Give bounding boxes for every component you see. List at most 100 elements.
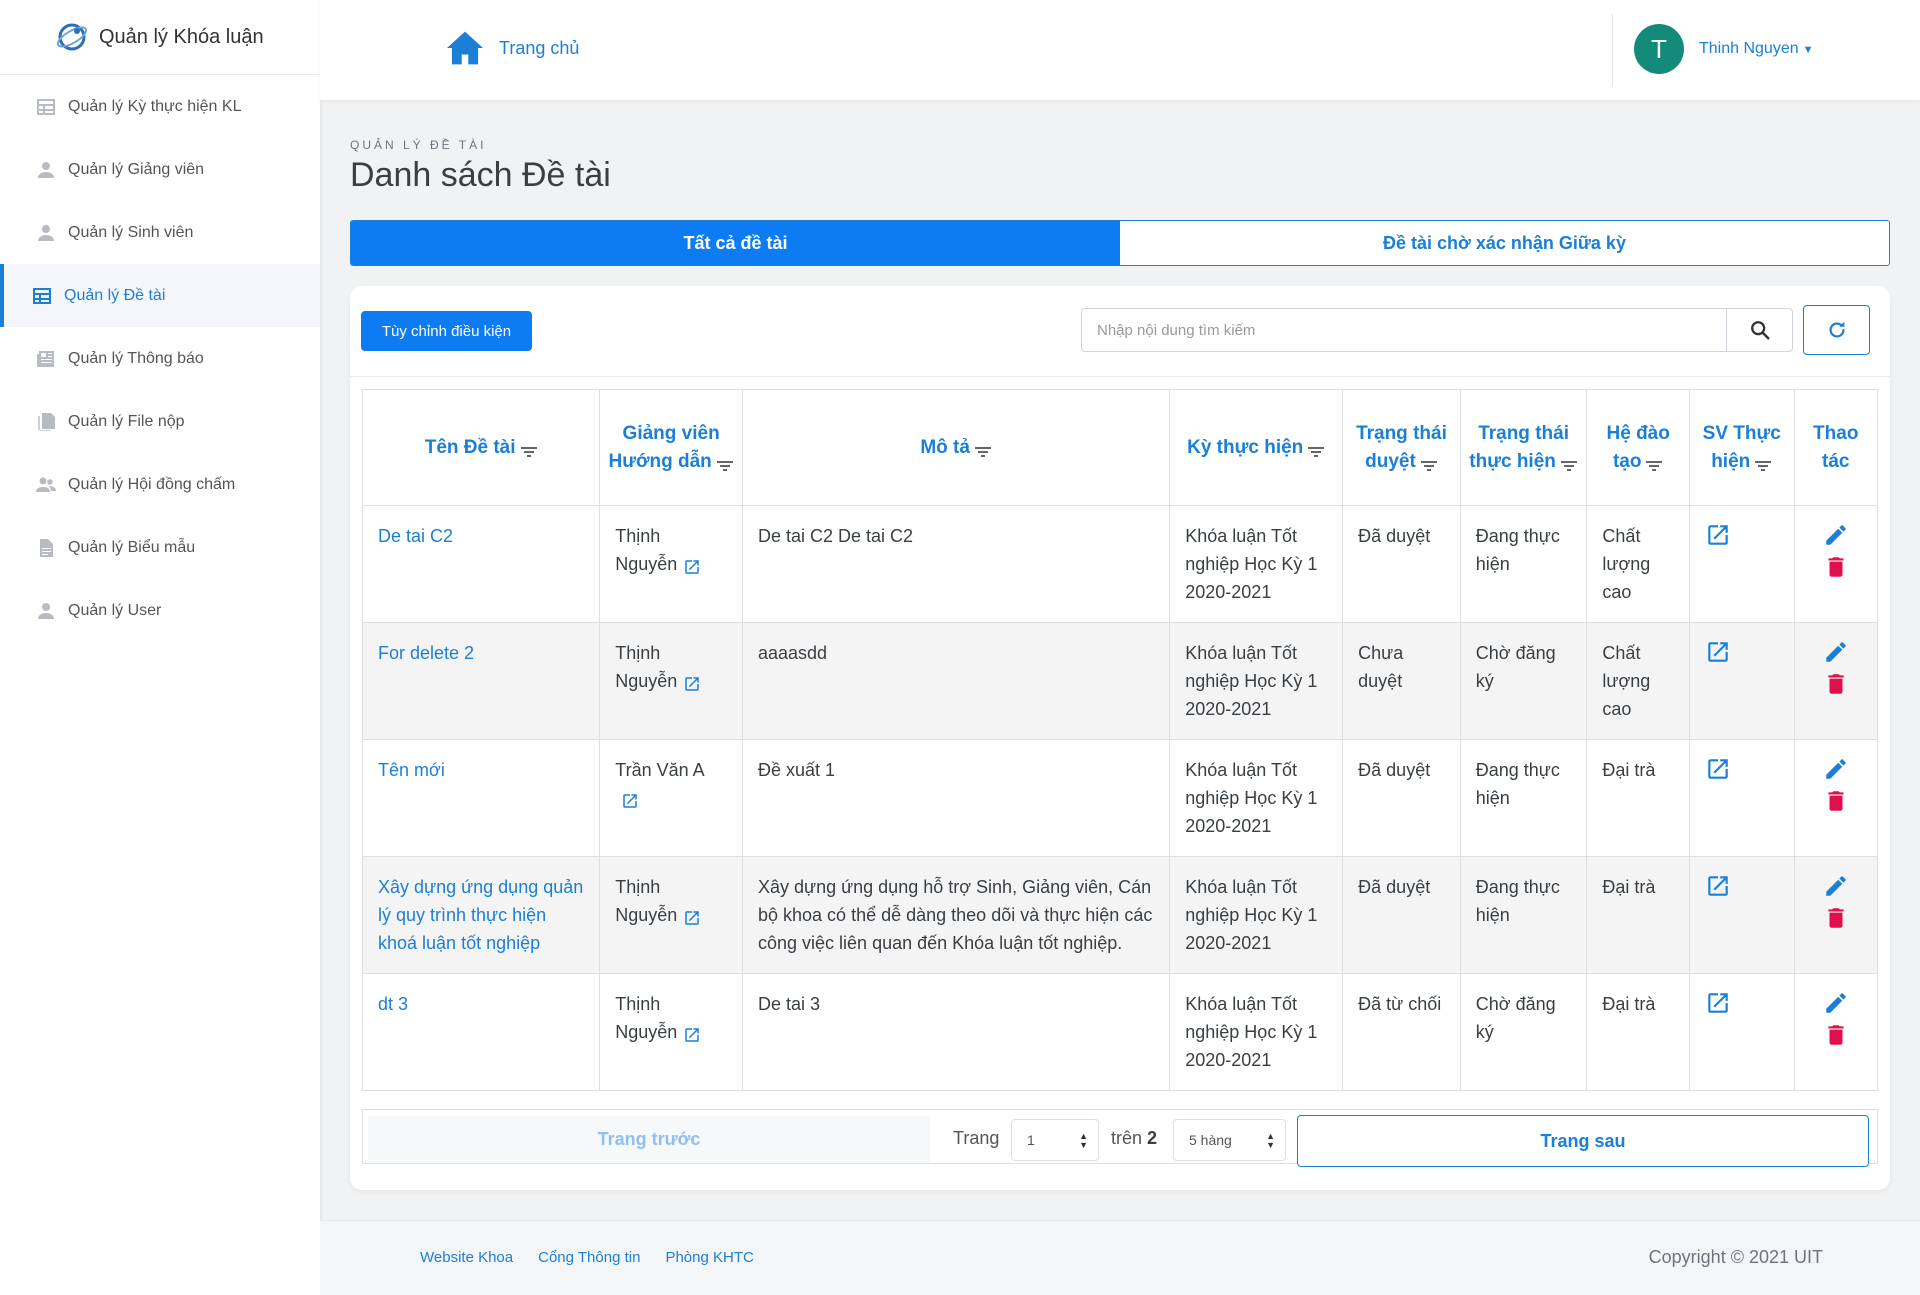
brand[interactable]: Quản lý Khóa luận: [0, 0, 320, 75]
topic-title-link[interactable]: Xây dựng ứng dụng quản lý quy trình thực…: [361, 856, 601, 974]
home-link[interactable]: Trang chủ: [445, 30, 579, 66]
col-students-header[interactable]: SV Thực hiện: [1688, 389, 1795, 506]
sidebar-item-9[interactable]: Quản lý User: [0, 579, 320, 642]
delete-icon[interactable]: [1810, 671, 1863, 703]
open-students-icon[interactable]: [1705, 642, 1731, 669]
page-number-input[interactable]: 1 ▲ ▼: [1011, 1119, 1099, 1161]
edit-icon[interactable]: [1810, 639, 1863, 671]
topic-title-link-text[interactable]: Xây dựng ứng dụng quản lý quy trình thực…: [378, 877, 583, 953]
filter-sort-icon[interactable]: [1645, 454, 1663, 472]
topic-title-link[interactable]: For delete 2: [361, 622, 601, 740]
sidebar-item-label: Quản lý Kỳ thực hiện KL: [68, 97, 242, 115]
column-header-label: Tên Đề tài: [424, 436, 516, 458]
filter-sort-icon[interactable]: [1560, 454, 1578, 472]
sidebar-item-3[interactable]: Quản lý Sinh viên: [0, 201, 320, 264]
approval-status-cell: Đã duyệt: [1342, 739, 1461, 857]
sidebar-item-2[interactable]: Quản lý Giảng viên: [0, 138, 320, 201]
stepper-arrows-icon: ▲ ▼: [1079, 1131, 1088, 1150]
sidebar-item-1[interactable]: Quản lý Kỳ thực hiện KL: [0, 75, 320, 138]
col-approval-header[interactable]: Trạng thái duyệt: [1342, 389, 1461, 506]
pagination: Trang trước Trang 1 ▲ ▼ trên 2 5 hàng ▲ ▼ …: [362, 1109, 1878, 1167]
term-cell-text: Khóa luận Tốt nghiệp Học Kỳ 1 2020-2021: [1185, 994, 1318, 1070]
progress-status-cell: Chờ đăng ký: [1459, 973, 1588, 1091]
students-cell: [1688, 505, 1795, 623]
refresh-button[interactable]: [1803, 305, 1870, 355]
app-logo-icon: [55, 20, 89, 54]
description-cell-text: De tai 3: [758, 994, 821, 1014]
col-advisor-header[interactable]: Giảng viên Hướng dẫn: [599, 389, 743, 506]
topic-title-link-text[interactable]: Tên mới: [378, 760, 445, 780]
external-link-icon[interactable]: [683, 673, 701, 691]
topic-title-link-text[interactable]: dt 3: [378, 994, 408, 1014]
home-label: Trang chủ: [499, 37, 580, 58]
progress-status-cell-text: Đang thực hiện: [1475, 877, 1560, 925]
progress-status-cell-text: Đang thực hiện: [1475, 526, 1560, 574]
col-actions-header: Thao tác: [1793, 389, 1878, 506]
edit-icon[interactable]: [1810, 990, 1863, 1022]
program-cell-text: Chất lượng cao: [1602, 643, 1651, 719]
avatar: T: [1634, 24, 1684, 74]
footer-link-khtc[interactable]: Phòng KHTC: [665, 1249, 753, 1266]
files-icon: [36, 412, 56, 432]
col-progress-header[interactable]: Trạng thái thực hiện: [1459, 389, 1588, 506]
col-description-header[interactable]: Mô tả: [741, 389, 1171, 506]
open-students-icon[interactable]: [1705, 759, 1731, 786]
rows-per-page-value: 5 hàng: [1189, 1132, 1232, 1148]
delete-icon[interactable]: [1810, 788, 1863, 820]
col-title-header[interactable]: Tên Đề tài: [361, 389, 601, 506]
search-box: [1081, 308, 1793, 352]
filter-sort-icon[interactable]: [974, 440, 992, 458]
edit-icon[interactable]: [1810, 756, 1863, 788]
filter-sort-icon[interactable]: [520, 440, 538, 458]
actions-cell: [1793, 505, 1878, 623]
filter-sort-icon[interactable]: [1420, 454, 1438, 472]
topic-title-link-text[interactable]: For delete 2: [378, 643, 474, 663]
approval-status-cell-text: Đã duyệt: [1358, 760, 1431, 780]
search-button[interactable]: [1726, 309, 1792, 351]
external-link-icon[interactable]: [683, 1024, 701, 1042]
sidebar-item-5[interactable]: Quản lý Thông báo: [0, 327, 320, 390]
col-term-header[interactable]: Kỳ thực hiện: [1169, 389, 1344, 506]
external-link-icon[interactable]: [683, 907, 701, 925]
newspaper-icon: [36, 349, 56, 369]
delete-icon[interactable]: [1810, 905, 1863, 937]
delete-icon[interactable]: [1810, 554, 1863, 586]
open-students-icon[interactable]: [1705, 993, 1731, 1020]
topic-title-link-text[interactable]: De tai C2: [378, 526, 453, 546]
topic-title-link[interactable]: dt 3: [361, 973, 601, 1091]
tab-all-topics[interactable]: Tất cả đề tài: [351, 221, 1120, 265]
footer-link-website[interactable]: Website Khoa: [420, 1249, 513, 1266]
open-students-icon[interactable]: [1705, 876, 1731, 903]
sidebar-item-label: Quản lý File nộp: [68, 412, 185, 430]
filter-sort-icon[interactable]: [1754, 454, 1772, 472]
sidebar-item-4[interactable]: Quản lý Đề tài: [0, 264, 320, 327]
custom-filter-button[interactable]: Tùy chỉnh điều kiện: [361, 311, 532, 351]
filter-sort-icon[interactable]: [716, 454, 734, 472]
term-cell: Khóa luận Tốt nghiệp Học Kỳ 1 2020-2021: [1169, 622, 1344, 740]
user-menu[interactable]: T Thinh Nguyen ▼: [1634, 24, 1814, 74]
footer-link-portal[interactable]: Cổng Thông tin: [538, 1249, 640, 1266]
topic-title-link[interactable]: Tên mới: [361, 739, 601, 857]
external-link-icon[interactable]: [683, 556, 701, 574]
delete-icon[interactable]: [1810, 1022, 1863, 1054]
external-link-icon[interactable]: [621, 790, 639, 808]
col-program-header[interactable]: Hệ đào tạo: [1586, 389, 1690, 506]
edit-icon[interactable]: [1810, 873, 1863, 905]
topic-title-link[interactable]: De tai C2: [361, 505, 601, 623]
sidebar-item-7[interactable]: Quản lý Hội đồng chấm: [0, 453, 320, 516]
sidebar-item-8[interactable]: Quản lý Biểu mẫu: [0, 516, 320, 579]
sidebar-item-6[interactable]: Quản lý File nộp: [0, 390, 320, 453]
advisor-cell-text: Thịnh Nguyễn: [615, 526, 678, 574]
tab-pending-midterm[interactable]: Đề tài chờ xác nhận Giữa kỳ: [1120, 221, 1889, 265]
progress-status-cell: Đang thực hiện: [1459, 505, 1588, 623]
advisor-cell: Thịnh Nguyễn: [599, 856, 743, 974]
rows-per-page-select[interactable]: 5 hàng ▲ ▼: [1173, 1119, 1286, 1161]
open-students-icon[interactable]: [1705, 525, 1731, 552]
description-cell: aaaasdd: [741, 622, 1171, 740]
next-page-button[interactable]: Trang sau: [1297, 1115, 1869, 1167]
prev-page-button[interactable]: Trang trước: [368, 1116, 930, 1162]
search-input[interactable]: [1082, 309, 1726, 351]
term-cell: Khóa luận Tốt nghiệp Học Kỳ 1 2020-2021: [1169, 505, 1344, 623]
edit-icon[interactable]: [1810, 522, 1863, 554]
filter-sort-icon[interactable]: [1307, 440, 1325, 458]
